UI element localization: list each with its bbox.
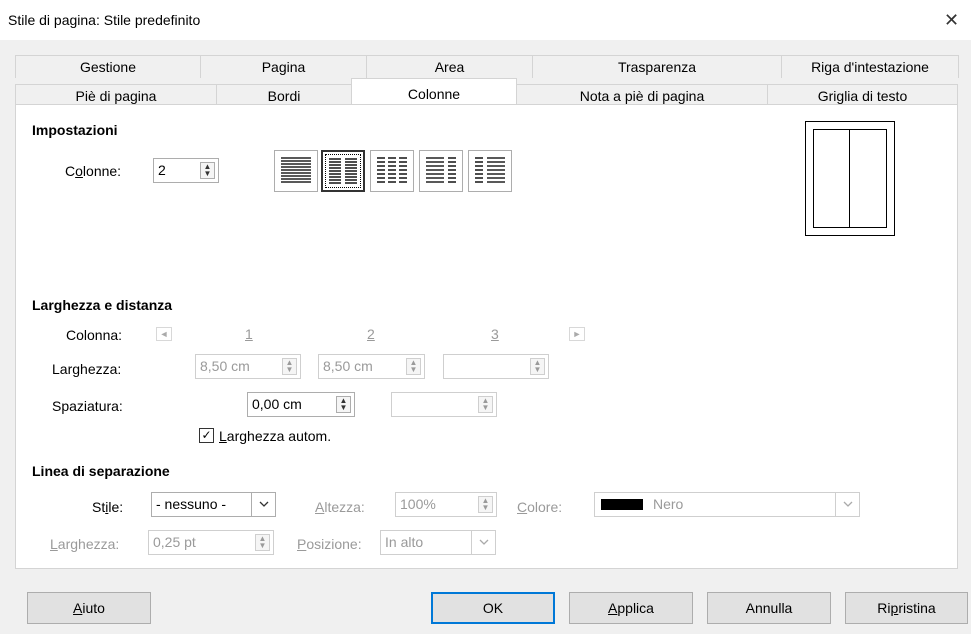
spin-arrows-icon[interactable]: ▲ ▼ — [282, 358, 297, 375]
posizione-dropdown[interactable]: In alto — [380, 530, 496, 555]
larghezza-linea-field[interactable]: 0,25 pt ▲ ▼ — [148, 530, 274, 555]
spacing-2-field[interactable]: ▲ ▼ — [391, 392, 497, 417]
spin-arrows-icon[interactable]: ▲ ▼ — [406, 358, 421, 375]
tab-colonne[interactable]: Colonne — [351, 78, 517, 104]
chevron-down-icon[interactable] — [251, 493, 275, 516]
aiuto-button[interactable]: Aiuto — [27, 592, 151, 624]
colonne-value: 2 — [158, 162, 166, 178]
spin-arrows-icon[interactable]: ▲ ▼ — [200, 162, 215, 179]
page-preview — [805, 121, 895, 236]
linea-separazione-heading: Linea di separazione — [32, 463, 170, 479]
tab-area[interactable]: Area — [366, 55, 533, 78]
layout-3-columns-button[interactable] — [370, 150, 414, 192]
tab-pagina[interactable]: Pagina — [200, 55, 367, 78]
spaziatura-label: Spaziatura: — [52, 398, 123, 414]
column-number-3: 3 — [491, 326, 499, 342]
one-column-icon — [281, 157, 311, 183]
auto-width-label: Larghezza autom. — [219, 428, 332, 444]
stile-dropdown[interactable]: - nessuno - — [151, 492, 276, 517]
altezza-field[interactable]: 100% ▲ ▼ — [395, 492, 497, 517]
layout-right-wide-button[interactable] — [468, 150, 512, 192]
spin-arrows-icon[interactable]: ▲ ▼ — [255, 534, 270, 551]
colore-label: Colore: — [517, 499, 563, 515]
larghezza-label: Larghezza: — [52, 361, 122, 377]
stile-value: - nessuno - — [156, 496, 227, 512]
spin-arrows-icon[interactable]: ▲ ▼ — [478, 396, 493, 413]
width-column-1-field[interactable]: 8,50 cm ▲ ▼ — [195, 354, 301, 379]
chevron-down-icon[interactable] — [471, 531, 495, 554]
impostazioni-heading: Impostazioni — [32, 122, 118, 138]
two-columns-icon — [329, 158, 357, 184]
preview-body — [813, 129, 887, 228]
tab-gestione[interactable]: Gestione — [15, 55, 201, 78]
larghezza-linea-value: 0,25 pt — [153, 534, 196, 550]
auto-width-checkbox[interactable]: ✓ — [199, 428, 214, 443]
posizione-label: Posizione: — [297, 536, 362, 552]
spin-arrows-icon[interactable]: ▲ ▼ — [478, 496, 493, 513]
colonne-spinner[interactable]: 2 ▲ ▼ — [153, 158, 219, 183]
spin-arrows-icon[interactable]: ▲ ▼ — [530, 358, 545, 375]
chevron-down-icon[interactable] — [835, 493, 859, 516]
preview-column-divider — [849, 130, 850, 227]
annulla-button[interactable]: Annulla — [707, 592, 831, 624]
layout-2-columns-button[interactable] — [321, 150, 365, 192]
tab-row-1: Gestione Pagina Area Trasparenza Riga d'… — [15, 55, 959, 78]
window-title: Stile di pagina: Stile predefinito — [8, 12, 201, 28]
width-column-1-value: 8,50 cm — [200, 358, 250, 374]
tab-trasparenza[interactable]: Trasparenza — [532, 55, 782, 78]
spacing-1-value: 0,00 cm — [252, 396, 302, 412]
right-wide-columns-icon — [475, 157, 505, 183]
colonne-label: Colonne: — [65, 163, 122, 179]
colore-dropdown[interactable]: Nero — [594, 492, 860, 517]
width-column-2-value: 8,50 cm — [323, 358, 373, 374]
left-wide-columns-icon — [426, 157, 456, 183]
column-number-1: 1 — [245, 326, 253, 342]
layout-1-column-button[interactable] — [274, 150, 318, 192]
altezza-label: Altezza: — [315, 499, 365, 515]
ripristina-button[interactable]: Ripristina — [845, 592, 968, 624]
spacing-1-field[interactable]: 0,00 cm ▲ ▼ — [247, 392, 355, 417]
stile-label: Stile: — [92, 499, 124, 515]
applica-button[interactable]: Applica — [569, 592, 693, 624]
layout-left-wide-button[interactable] — [419, 150, 463, 192]
close-icon[interactable]: ✕ — [944, 10, 959, 31]
spin-arrows-icon[interactable]: ▲ ▼ — [336, 396, 351, 413]
altezza-value: 100% — [400, 496, 436, 512]
three-columns-icon — [377, 157, 407, 183]
larghezza-linea-label: Larghezza: — [50, 536, 120, 552]
width-column-3-field[interactable]: ▲ ▼ — [443, 354, 549, 379]
arrow-right-icon[interactable]: ► — [569, 327, 585, 341]
width-column-2-field[interactable]: 8,50 cm ▲ ▼ — [318, 354, 425, 379]
ok-button[interactable]: OK — [431, 592, 555, 624]
larghezza-distanza-heading: Larghezza e distanza — [32, 297, 173, 313]
posizione-value: In alto — [385, 534, 424, 550]
arrow-left-icon[interactable]: ◄ — [156, 327, 172, 341]
tab-riga-intestazione[interactable]: Riga d'intestazione — [781, 55, 959, 78]
colonna-label: Colonna: — [66, 327, 123, 343]
color-swatch — [601, 499, 643, 510]
column-number-2: 2 — [367, 326, 375, 342]
colore-value: Nero — [653, 496, 684, 512]
